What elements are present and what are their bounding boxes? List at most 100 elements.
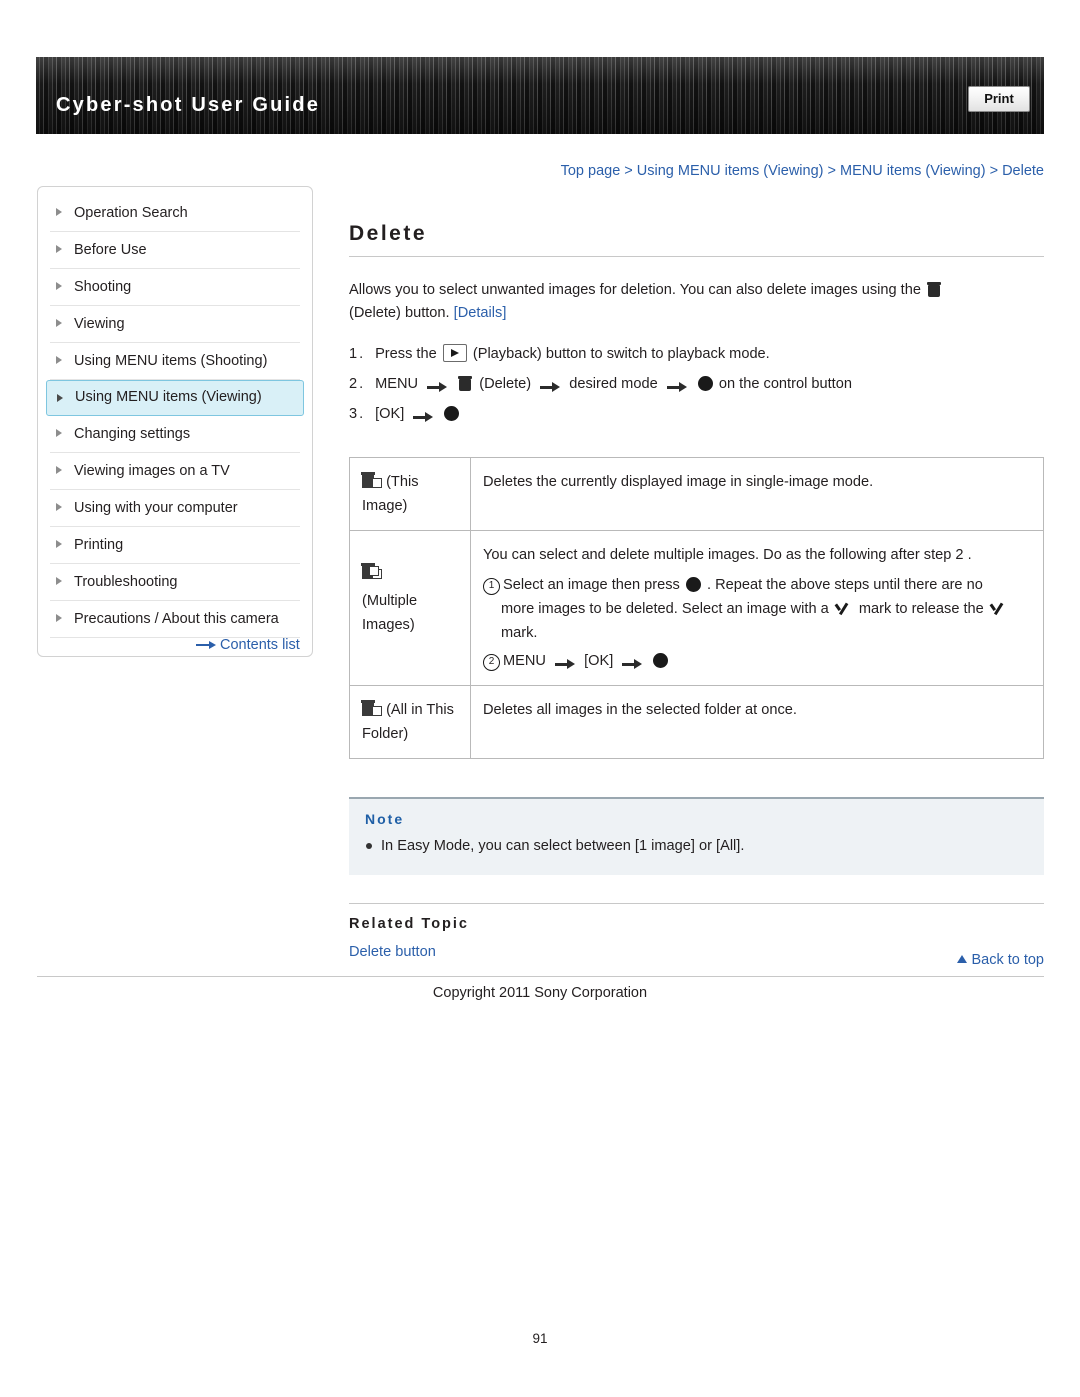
sidebar-item-printing[interactable]: Printing — [50, 527, 300, 564]
page-number: 91 — [532, 1331, 548, 1346]
control-button-center-icon — [444, 406, 460, 421]
arrow-right-icon — [540, 382, 561, 392]
sidebar-item-label: Before Use — [74, 242, 147, 258]
footer-divider — [37, 976, 1044, 977]
mode-cell-multiple-images: (Multiple Images) — [349, 530, 471, 686]
trash-icon — [458, 375, 473, 392]
step-2: 2. MENU (Delete) desired mode on the con… — [349, 369, 1044, 399]
sidebar-item-label: Using with your computer — [74, 500, 238, 516]
playback-button-icon — [442, 344, 467, 362]
step-3-number: 3. — [349, 406, 366, 422]
step-1-text-a: Press the — [375, 346, 437, 362]
contents-list-link[interactable]: Contents list — [196, 637, 300, 653]
sidebar-item-troubleshooting[interactable]: Troubleshooting — [50, 564, 300, 601]
desc-line-3-text-b: mark to release the — [858, 601, 984, 617]
arrow-right-icon — [196, 640, 218, 650]
related-divider — [349, 903, 1044, 904]
sidebar-item-using-menu-items-viewing[interactable]: Using MENU items (Viewing) — [46, 380, 304, 416]
sidebar-item-shooting[interactable]: Shooting — [50, 269, 300, 306]
bullet-icon — [56, 319, 62, 327]
desc-line-2-text-b: . Repeat the above steps until there are… — [706, 577, 983, 593]
sidebar-item-label: Precautions / About this camera — [74, 611, 279, 627]
trash-icon — [927, 281, 942, 298]
step-2-text-mode: desired mode — [569, 376, 658, 392]
desc-line-3-text-a: more images to be deleted. Select an ima… — [501, 601, 829, 617]
step-1-number: 1. — [349, 346, 366, 362]
note-title: Note — [365, 811, 405, 827]
bullet-icon — [56, 577, 62, 585]
note-box: Note In Easy Mode, you can select betwee… — [349, 797, 1044, 875]
sidebar-item-label: Using MENU items (Viewing) — [75, 389, 262, 405]
sidebar-item-label: Changing settings — [74, 426, 191, 442]
sidebar-item-before-use[interactable]: Before Use — [50, 232, 300, 269]
bullet-icon — [56, 208, 62, 216]
desc-cell-all-in-this-folder: Deletes all images in the selected folde… — [470, 685, 1044, 759]
sidebar-item-label: Troubleshooting — [74, 574, 178, 590]
bullet-icon — [56, 503, 62, 511]
arrow-right-icon — [427, 382, 448, 392]
bullet-icon — [56, 282, 62, 290]
bullet-icon — [56, 466, 62, 474]
table-row: (Multiple Images) You can select and del… — [349, 530, 1044, 686]
control-button-center-icon — [685, 577, 701, 592]
note-item: In Easy Mode, you can select between [1 … — [365, 835, 1028, 857]
back-to-top-label: Back to top — [971, 952, 1044, 968]
sidebar-item-precautions-about-this-camera[interactable]: Precautions / About this camera — [50, 601, 300, 638]
desc-cell-multiple-images: You can select and delete multiple image… — [470, 530, 1044, 686]
app-title: Cyber-shot User Guide — [56, 94, 321, 116]
details-link[interactable]: [Details] — [454, 305, 507, 321]
arrow-right-icon — [622, 659, 643, 669]
contents-list-label: Contents list — [220, 637, 300, 653]
sidebar-item-viewing[interactable]: Viewing — [50, 306, 300, 343]
mode-cell-this-image: (This Image) — [349, 457, 471, 531]
intro-paragraph: Allows you to select unwanted images for… — [349, 279, 1044, 325]
steps-list: 1. Press the (Playback) button to switch… — [349, 339, 1044, 429]
desc-line-5: 2 MENU [OK] — [483, 649, 1031, 673]
step-2-text-menu: MENU — [375, 376, 419, 392]
sidebar-item-viewing-images-on-a-tv[interactable]: Viewing images on a TV — [50, 453, 300, 490]
delete-this-image-icon — [361, 472, 382, 489]
mode-cell-all-in-this-folder: (All in This Folder) — [349, 685, 471, 759]
step-circle-2: 2 — [483, 654, 500, 671]
bullet-icon — [56, 614, 62, 622]
sidebar-item-label: Shooting — [74, 279, 132, 295]
sidebar-item-label: Operation Search — [74, 205, 188, 221]
desc-line-3: more images to be deleted. Select an ima… — [501, 597, 1031, 621]
delete-multiple-images-icon — [361, 563, 382, 580]
back-to-top-link[interactable]: Back to top — [0, 952, 1044, 968]
sidebar-item-changing-settings[interactable]: Changing settings — [50, 416, 300, 453]
sidebar-item-label: Viewing — [74, 316, 125, 332]
sidebar-item-operation-search[interactable]: Operation Search — [50, 195, 300, 232]
main-content: Delete Allows you to select unwanted ima… — [349, 222, 1044, 960]
arrow-right-icon — [666, 382, 687, 392]
sidebar-item-label: Printing — [74, 537, 124, 553]
step-2-number: 2. — [349, 376, 366, 392]
delete-modes-table: (This Image) Deletes the currently displ… — [349, 457, 1044, 759]
breadcrumb[interactable]: Top page > Using MENU items (Viewing) > … — [0, 163, 1044, 179]
title-divider — [349, 256, 1044, 257]
desc-line-1: You can select and delete multiple image… — [483, 547, 972, 563]
sidebar-item-using-with-your-computer[interactable]: Using with your computer — [50, 490, 300, 527]
page-header: Cyber-shot User Guide Print — [36, 57, 1044, 134]
bullet-icon — [56, 540, 62, 548]
control-button-center-icon — [697, 376, 713, 391]
desc-line-2: 1 Select an image then press . Repeat the… — [483, 573, 1031, 597]
bullet-icon — [56, 429, 62, 437]
check-mark-icon — [835, 601, 853, 617]
delete-all-in-folder-icon — [361, 700, 382, 717]
copyright-text: Copyright 2011 Sony Corporation — [432, 985, 648, 1001]
step-1-text-b: (Playback) button to switch to playback … — [472, 346, 770, 362]
step-2-text-control: on the control button — [718, 376, 852, 392]
control-button-center-icon — [653, 653, 669, 668]
step-3-text-ok: [OK] — [375, 406, 405, 422]
related-topic-title: Related Topic — [349, 916, 469, 932]
sidebar-item-using-menu-items-shooting[interactable]: Using MENU items (Shooting) — [50, 343, 300, 380]
print-button[interactable]: Print — [968, 86, 1030, 112]
sidebar-item-label: Using MENU items (Shooting) — [74, 353, 268, 369]
intro-text-before: Allows you to select unwanted images for… — [349, 282, 921, 298]
desc-line-5-text-a: MENU — [503, 653, 546, 669]
page-title: Delete — [349, 222, 428, 245]
intro-text-after: (Delete) button. — [349, 305, 450, 321]
desc-line-5-text-b: [OK] — [584, 653, 614, 669]
desc-cell-this-image: Deletes the currently displayed image in… — [470, 457, 1044, 531]
